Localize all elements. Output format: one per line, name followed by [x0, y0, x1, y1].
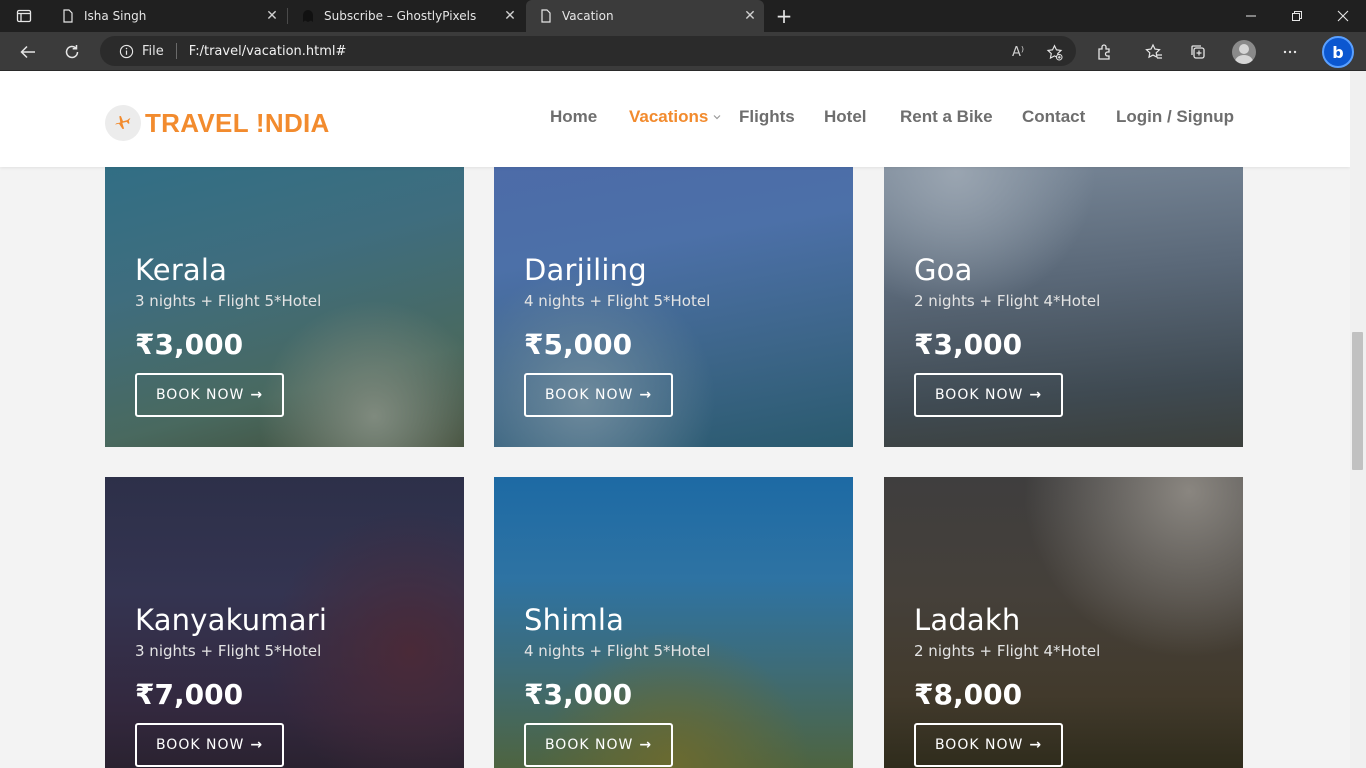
favorites-icon[interactable]: [1138, 36, 1170, 68]
card-title: Darjiling: [524, 253, 647, 287]
profile-avatar[interactable]: [1232, 40, 1256, 64]
nav-contact[interactable]: Contact: [1022, 107, 1085, 127]
card-title: Kanyakumari: [135, 603, 328, 637]
minimize-icon[interactable]: [1228, 0, 1274, 32]
more-options-icon[interactable]: [1274, 36, 1306, 68]
browser-tab-ghostlypixels[interactable]: Subscribe – GhostlyPixels ✕: [288, 0, 524, 32]
vacation-card-ladakh: Ladakh 2 nights + Flight 4*Hotel ₹8,000 …: [884, 477, 1243, 768]
card-price: ₹3,000: [135, 328, 244, 361]
book-now-label: BOOK NOW: [155, 387, 245, 403]
page-icon: [60, 8, 76, 24]
book-now-label: BOOK NOW: [934, 387, 1024, 403]
card-price: ₹8,000: [914, 678, 1023, 711]
card-title: Goa: [914, 253, 973, 287]
arrow-right-icon: →: [639, 387, 653, 403]
card-price: ₹5,000: [524, 328, 633, 361]
site-logo[interactable]: TRAVEL !NDIA: [105, 105, 330, 141]
card-subtitle: 2 nights + Flight 4*Hotel: [914, 292, 1101, 310]
close-tab-icon[interactable]: ✕: [736, 2, 764, 30]
arrow-right-icon: →: [250, 737, 264, 753]
book-now-label: BOOK NOW: [934, 737, 1024, 753]
nav-home[interactable]: Home: [550, 107, 597, 127]
card-subtitle: 3 nights + Flight 5*Hotel: [135, 642, 322, 660]
nav-rent-a-bike[interactable]: Rent a Bike: [900, 107, 993, 127]
card-price: ₹3,000: [914, 328, 1023, 361]
card-price: ₹7,000: [135, 678, 244, 711]
book-now-label: BOOK NOW: [544, 387, 634, 403]
close-tab-icon[interactable]: ✕: [258, 2, 286, 30]
browser-tab-bar: Isha Singh ✕ Subscribe – GhostlyPixels ✕…: [0, 0, 1366, 32]
ghost-icon: [300, 8, 316, 24]
book-now-label: BOOK NOW: [544, 737, 634, 753]
card-subtitle: 4 nights + Flight 5*Hotel: [524, 292, 711, 310]
add-favorite-icon[interactable]: [1044, 42, 1064, 62]
read-aloud-icon[interactable]: A⁾: [1008, 42, 1028, 62]
url-scheme: File: [142, 43, 164, 59]
browser-tab-isha-singh[interactable]: Isha Singh ✕: [48, 0, 286, 32]
arrow-right-icon: →: [1029, 737, 1043, 753]
vacation-card-goa: Goa 2 nights + Flight 4*Hotel ₹3,000 BOO…: [884, 141, 1243, 447]
book-now-button[interactable]: BOOK NOW →: [135, 373, 284, 417]
refresh-icon[interactable]: [56, 36, 88, 68]
arrow-right-icon: →: [250, 387, 264, 403]
logo-text: TRAVEL !NDIA: [145, 107, 330, 138]
card-price: ₹3,000: [524, 678, 633, 711]
arrow-right-icon: →: [1029, 387, 1043, 403]
browser-tab-vacation[interactable]: Vacation ✕: [526, 0, 764, 32]
vacation-card-shimla: Shimla 4 nights + Flight 5*Hotel ₹3,000 …: [494, 477, 853, 768]
nav-login-signup[interactable]: Login / Signup: [1116, 107, 1234, 127]
book-now-button[interactable]: BOOK NOW →: [914, 723, 1063, 767]
close-tab-icon[interactable]: ✕: [496, 2, 524, 30]
book-now-button[interactable]: BOOK NOW →: [914, 373, 1063, 417]
book-now-button[interactable]: BOOK NOW →: [524, 373, 673, 417]
bing-copilot-icon[interactable]: b: [1322, 36, 1354, 68]
address-bar[interactable]: File F:/travel/vacation.html# A⁾: [100, 36, 1076, 66]
vacation-card-kerala: Kerala 3 nights + Flight 5*Hotel ₹3,000 …: [105, 141, 464, 447]
card-subtitle: 3 nights + Flight 5*Hotel: [135, 292, 322, 310]
book-now-button[interactable]: BOOK NOW →: [135, 723, 284, 767]
collections-icon[interactable]: [1182, 36, 1214, 68]
chevron-down-icon: [713, 115, 721, 120]
vacation-card-kanyakumari: Kanyakumari 3 nights + Flight 5*Hotel ₹7…: [105, 477, 464, 768]
site-header: TRAVEL !NDIA Home Vacations Flights Hote…: [0, 71, 1350, 167]
card-subtitle: 2 nights + Flight 4*Hotel: [914, 642, 1101, 660]
nav-flights[interactable]: Flights: [739, 107, 795, 127]
book-now-button[interactable]: BOOK NOW →: [524, 723, 673, 767]
page-icon: [538, 8, 554, 24]
nav-hotel[interactable]: Hotel: [824, 107, 867, 127]
nav-vacations[interactable]: Vacations: [629, 107, 708, 127]
scrollbar-thumb[interactable]: [1352, 332, 1363, 470]
info-icon[interactable]: [118, 43, 134, 59]
extensions-icon[interactable]: [1089, 36, 1121, 68]
book-now-label: BOOK NOW: [155, 737, 245, 753]
new-tab-button[interactable]: +: [770, 2, 798, 30]
address-divider: [175, 43, 177, 59]
card-subtitle: 4 nights + Flight 5*Hotel: [524, 642, 711, 660]
arrow-right-icon: →: [639, 737, 653, 753]
page-viewport: Kerala 3 nights + Flight 5*Hotel ₹3,000 …: [0, 71, 1350, 768]
url-text[interactable]: F:/travel/vacation.html#: [189, 44, 347, 59]
vacation-card-darjiling: Darjiling 4 nights + Flight 5*Hotel ₹5,0…: [494, 141, 853, 447]
back-arrow-icon[interactable]: [12, 36, 44, 68]
close-window-icon[interactable]: [1320, 0, 1366, 32]
tab-title: Vacation: [562, 9, 614, 23]
card-title: Kerala: [135, 253, 228, 287]
browser-toolbar: File F:/travel/vacation.html# A⁾: [0, 32, 1366, 71]
card-title: Shimla: [524, 603, 625, 637]
airplane-icon: [105, 105, 141, 141]
card-title: Ladakh: [914, 603, 1021, 637]
tab-title: Subscribe – GhostlyPixels: [324, 9, 477, 23]
tab-actions-icon[interactable]: [8, 4, 40, 28]
restore-icon[interactable]: [1274, 0, 1320, 32]
tab-title: Isha Singh: [84, 9, 147, 23]
